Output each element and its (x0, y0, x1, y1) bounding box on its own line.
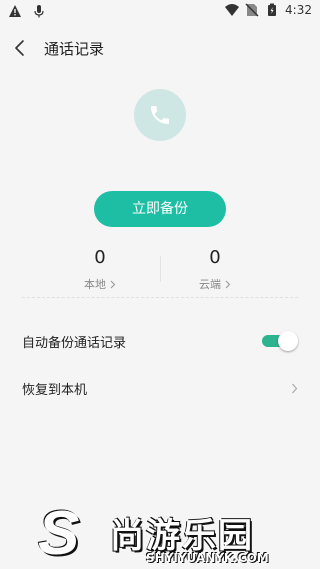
watermark-brand-en: SHYIYUANYK.COM (146, 551, 269, 565)
watermark-brand-cn: 尚游乐园 (110, 516, 254, 556)
wifi-icon (225, 4, 240, 16)
call-log-avatar (134, 89, 186, 141)
local-stat[interactable]: 0 本地 (40, 247, 160, 292)
backup-now-button[interactable]: 立即备份 (94, 191, 226, 227)
toggle-knob (278, 331, 298, 351)
chevron-right-icon (110, 280, 116, 288)
chevron-right-icon (292, 383, 298, 394)
cloud-count: 0 (209, 247, 221, 268)
app-bar: 通话记录 (0, 24, 320, 72)
local-count: 0 (94, 247, 106, 268)
status-bar: 4:32 (0, 0, 320, 24)
cloud-stat[interactable]: 0 云端 (155, 247, 275, 292)
status-time: 4:32 (285, 3, 312, 17)
battery-icon (268, 3, 277, 16)
chevron-right-icon (225, 280, 231, 288)
auto-backup-label: 自动备份通话记录 (22, 336, 127, 351)
warning-icon (9, 5, 21, 17)
auto-backup-row[interactable]: 自动备份通话记录 (0, 322, 320, 362)
back-arrow-icon[interactable] (10, 38, 30, 58)
restore-row[interactable]: 恢复到本机 (0, 369, 320, 409)
watermark: S 尚游乐园 SHYIYUANYK.COM (0, 496, 320, 569)
watermark-logo: S (38, 499, 80, 568)
mic-icon (34, 5, 44, 18)
auto-backup-toggle[interactable] (262, 331, 298, 351)
page-title: 通话记录 (44, 40, 105, 58)
cloud-label: 云端 (199, 278, 221, 291)
phone-icon (151, 106, 169, 124)
section-divider (22, 297, 298, 298)
restore-label: 恢复到本机 (22, 383, 88, 398)
no-sim-icon (245, 3, 259, 17)
local-label: 本地 (84, 278, 106, 291)
